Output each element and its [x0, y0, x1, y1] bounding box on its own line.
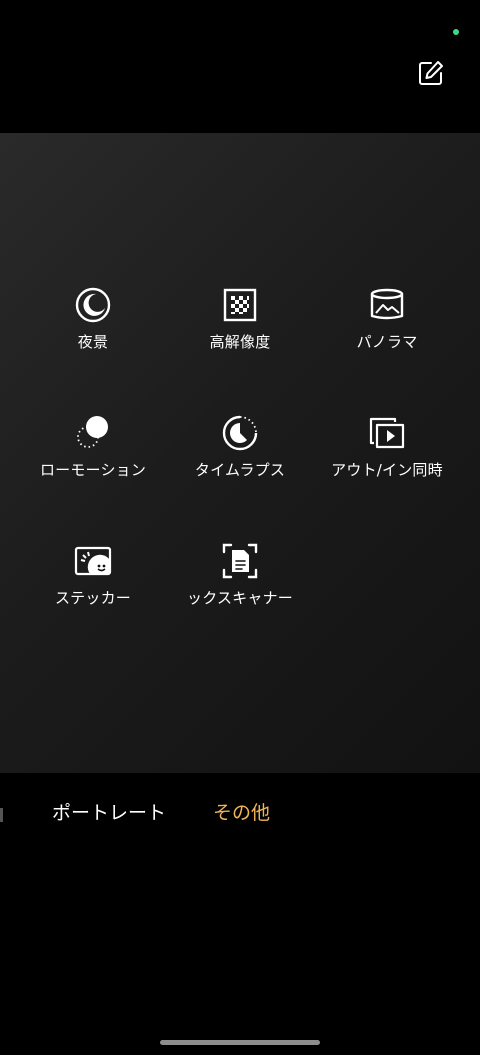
mode-label: パノラマ: [356, 333, 418, 351]
dual-view-icon: [367, 413, 407, 453]
home-indicator[interactable]: [160, 1040, 320, 1045]
mode-label: アウト/イン同時: [331, 461, 443, 479]
status-indicator-dot: [453, 29, 459, 35]
mode-tabs: ポートレート その他: [0, 798, 480, 828]
panorama-icon: [367, 285, 407, 325]
sticker-icon: [73, 541, 113, 581]
timelapse-icon: [220, 413, 260, 453]
mode-slow-motion[interactable]: ローモーション: [13, 413, 173, 493]
edit-icon: [419, 61, 443, 85]
slow-motion-icon: [73, 413, 113, 453]
mode-panorama[interactable]: パノラマ: [307, 285, 467, 365]
tab-portrait[interactable]: ポートレート: [52, 798, 166, 825]
high-resolution-icon: [220, 285, 260, 325]
mode-label: タイムラプス: [194, 461, 286, 479]
mode-sticker[interactable]: ステッカー: [13, 541, 173, 621]
mode-label: ックスキャナー: [187, 589, 293, 607]
mode-label: ローモーション: [39, 461, 147, 479]
tab-other[interactable]: その他: [213, 798, 270, 825]
night-icon: [73, 285, 113, 325]
mode-panel: 夜景 高解像度 パノラマ ローモーション タイムラプス アウト/イン同時 ステッ…: [0, 133, 480, 773]
document-scanner-icon: [220, 541, 260, 581]
mode-dual-view[interactable]: アウト/イン同時: [307, 413, 467, 493]
mode-label: ステッカー: [54, 589, 131, 607]
mode-label: 夜景: [77, 333, 109, 351]
edit-button[interactable]: [414, 56, 448, 90]
mode-high-resolution[interactable]: 高解像度: [160, 285, 320, 365]
mode-night[interactable]: 夜景: [13, 285, 173, 365]
mode-document-scanner[interactable]: ックスキャナー: [160, 541, 320, 621]
mode-timelapse[interactable]: タイムラプス: [160, 413, 320, 493]
mode-label: 高解像度: [209, 333, 271, 351]
